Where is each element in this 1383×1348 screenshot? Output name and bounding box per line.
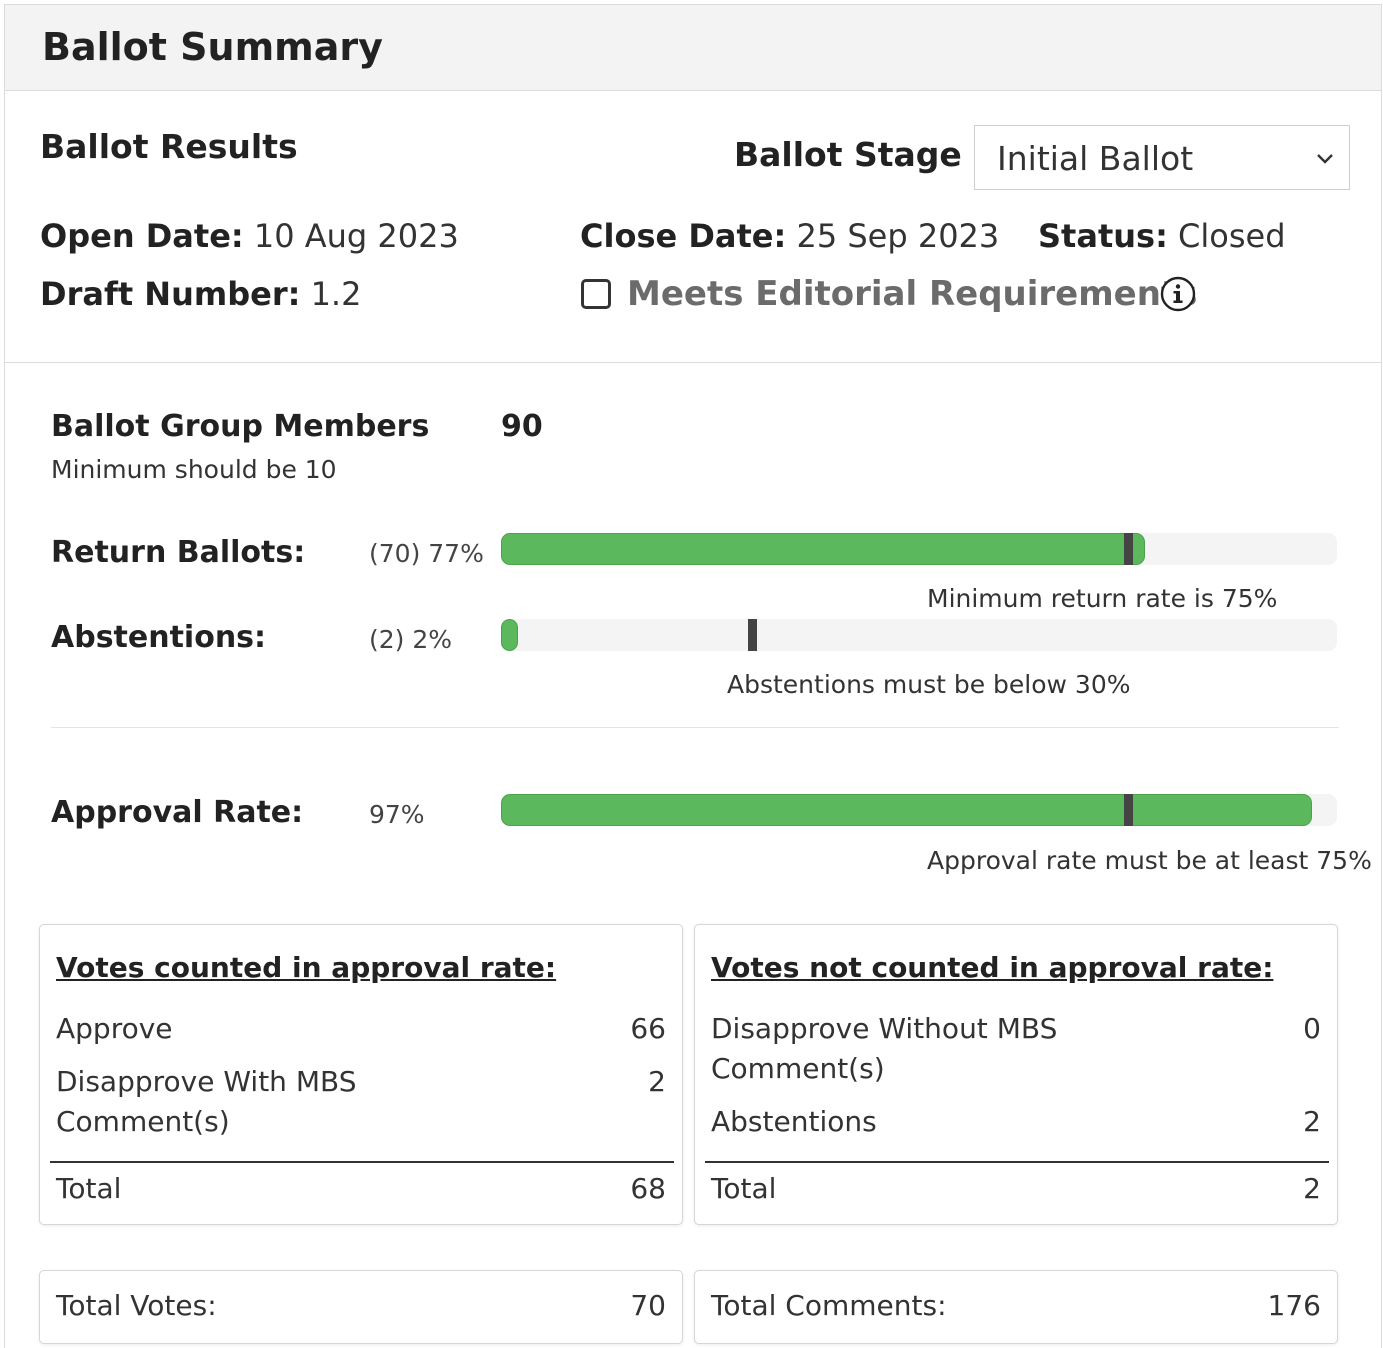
votes-counted-total-value: 68 (630, 1172, 666, 1205)
return-ballots-progress-fill (501, 533, 1145, 565)
status-value: Closed (1178, 217, 1286, 255)
votes-counted-row-value: 66 (630, 1012, 666, 1045)
draft-number-label: Draft Number: (40, 275, 301, 313)
status-label: Status: (1038, 217, 1168, 255)
open-date-value: 10 Aug 2023 (253, 217, 459, 255)
close-date-value: 25 Sep 2023 (796, 217, 1000, 255)
draft-number: Draft Number: 1.2 (40, 275, 361, 313)
total-votes-card: Total Votes: 70 (39, 1270, 683, 1344)
editorial-requirements-checkbox[interactable] (581, 279, 611, 309)
ballot-group-members-label: Ballot Group Members (51, 409, 430, 444)
panel-header: Ballot Summary (5, 5, 1381, 91)
ballot-group-members-note: Minimum should be 10 (51, 455, 337, 484)
return-ballots-label: Return Ballots: (51, 535, 306, 570)
abstentions-progress-bar (501, 619, 1337, 651)
approval-rate-progress-bar (501, 794, 1337, 826)
draft-number-value: 1.2 (310, 275, 362, 313)
total-comments-label: Total Comments: (711, 1289, 947, 1322)
ballot-stage-label: Ballot Stage (734, 135, 962, 174)
abstentions-note: Abstentions must be below 30% (727, 670, 1131, 699)
votes-not-counted-total-value: 2 (1303, 1172, 1321, 1205)
open-date: Open Date: 10 Aug 2023 (40, 217, 459, 255)
votes-counted-row-value: 2 (648, 1065, 666, 1098)
approval-rate-progress-fill (501, 794, 1312, 826)
close-date: Close Date: 25 Sep 2023 (580, 217, 999, 255)
open-date-label: Open Date: (40, 217, 244, 255)
editorial-requirements-label[interactable]: Meets Editorial Requirements (627, 274, 1197, 314)
abstentions-threshold-marker (748, 619, 757, 651)
abstentions-progress-fill (501, 619, 518, 651)
abstentions-value: (2) 2% (369, 625, 453, 654)
status: Status: Closed (1038, 217, 1286, 255)
approval-rate-value: 97% (369, 800, 425, 829)
votes-counted-card: Votes counted in approval rate: Approve … (39, 924, 683, 1225)
total-votes-value: 70 (630, 1289, 666, 1322)
votes-not-counted-total-label: Total (711, 1172, 777, 1205)
ballot-stage-selected-value: Initial Ballot (997, 139, 1194, 178)
votes-counted-row-label: Disapprove With MBS Comment(s) (56, 1065, 357, 1138)
votes-not-counted-total-rule (705, 1161, 1329, 1163)
votes-counted-title: Votes counted in approval rate: (56, 951, 557, 984)
total-comments-card: Total Comments: 176 (694, 1270, 1338, 1344)
votes-not-counted-row-label: Abstentions (711, 1105, 877, 1138)
approval-rate-note: Approval rate must be at least 75% (927, 846, 1372, 875)
votes-not-counted-row-value: 2 (1303, 1105, 1321, 1138)
votes-not-counted-title: Votes not counted in approval rate: (711, 951, 1274, 984)
panel-title: Ballot Summary (42, 25, 383, 69)
approval-rate-label: Approval Rate: (51, 795, 304, 830)
return-ballots-value: (70) 77% (369, 539, 484, 568)
ballot-summary-panel: Ballot Summary Ballot Results Ballot Sta… (4, 4, 1382, 1348)
ballot-group-members-value: 90 (501, 409, 543, 444)
ballot-stage-select[interactable]: Initial Ballot (974, 125, 1350, 190)
total-votes-label: Total Votes: (56, 1289, 217, 1322)
votes-not-counted-card: Votes not counted in approval rate: Disa… (694, 924, 1338, 1225)
ballot-results-heading: Ballot Results (40, 127, 298, 166)
return-ballots-threshold-marker (1124, 533, 1133, 565)
close-date-label: Close Date: (580, 217, 787, 255)
return-ballots-progress-bar (501, 533, 1337, 565)
chevron-down-icon (1317, 154, 1333, 164)
total-comments-value: 176 (1267, 1289, 1321, 1322)
votes-counted-row-label: Approve (56, 1012, 173, 1045)
section-divider (51, 727, 1339, 728)
abstentions-label: Abstentions: (51, 620, 267, 655)
info-icon[interactable] (1160, 276, 1196, 312)
votes-counted-total-label: Total (56, 1172, 122, 1205)
votes-not-counted-row-value: 0 (1303, 1012, 1321, 1045)
return-ballots-note: Minimum return rate is 75% (927, 584, 1278, 613)
votes-not-counted-row-label: Disapprove Without MBS Comment(s) (711, 1012, 1058, 1085)
approval-rate-threshold-marker (1124, 794, 1133, 826)
votes-counted-total-rule (50, 1161, 674, 1163)
